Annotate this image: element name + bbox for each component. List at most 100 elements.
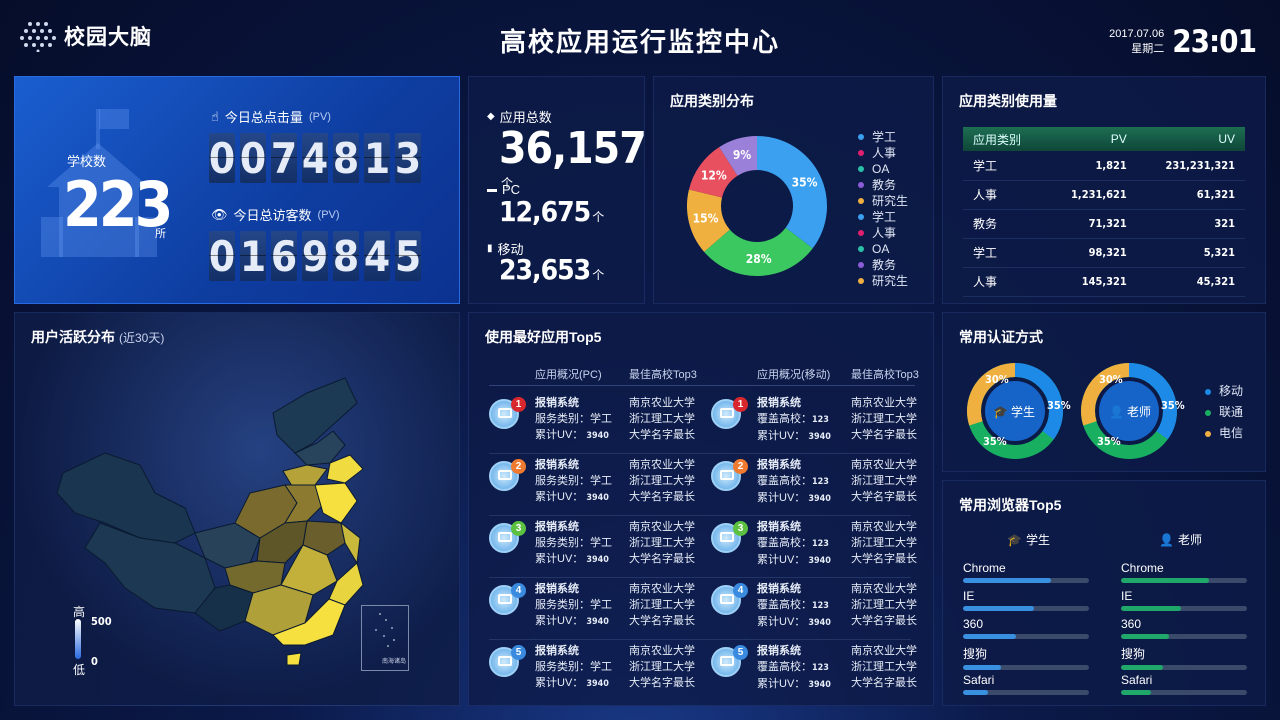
usage-title: 应用类别使用量: [959, 93, 1057, 109]
pv-digit: 0: [239, 133, 267, 183]
browser-name: IE: [963, 589, 975, 603]
cell-uv: 231,231,321: [1136, 151, 1245, 181]
school-3: 大学名字最长: [629, 491, 695, 503]
teacher-mobile-pct: 35%: [1161, 399, 1185, 412]
mobile-uv-value: 3940: [808, 618, 831, 628]
service-category: 服务类别：学工: [535, 661, 612, 673]
teacher-unicom-pct: 35%: [1097, 435, 1121, 448]
student-unicom-pct: 35%: [983, 435, 1007, 448]
coverage-label: 覆盖高校：: [757, 475, 812, 487]
service-category: 服务类别：学工: [535, 599, 612, 611]
top5-row[interactable]: 1 报销系统 服务类别：学工 累计UV： 3940 南京农业大学 浙江理工大学 …: [485, 395, 921, 457]
legend-label: OA: [872, 162, 890, 176]
china-activity-map[interactable]: [45, 373, 375, 673]
mobile-app-name: 报销系统: [757, 583, 801, 595]
school-3: 大学名字最长: [851, 677, 917, 689]
mobile-uv-label: 累计UV：: [757, 430, 806, 442]
legend-high: 高: [73, 605, 86, 619]
mobile-uv-label: 累计UV：: [757, 554, 806, 566]
donut-slice-label: 28%: [746, 252, 772, 266]
browsers-student-header: 🎓 学生: [1007, 532, 1050, 548]
top5-row[interactable]: 5 报销系统 服务类别：学工 累计UV： 3940 南京农业大学 浙江理工大学 …: [485, 643, 921, 705]
cell-category: 学工: [963, 238, 1046, 268]
legend-label: 教务: [872, 178, 897, 192]
legend-item: 研究生: [858, 193, 908, 209]
legend-label: 教务: [872, 258, 897, 272]
top5-row[interactable]: 3 报销系统 服务类别：学工 累计UV： 3940 南京农业大学 浙江理工大学 …: [485, 519, 921, 581]
mobile-uv-value: 3940: [808, 494, 831, 504]
table-row: 教务 71,321 321: [963, 209, 1245, 239]
browser-usage-bar: [1121, 665, 1247, 670]
rank-badge: 4: [733, 583, 748, 598]
date: 2017.07.06: [1109, 28, 1165, 40]
school-1: 南京农业大学: [629, 459, 695, 471]
browser-usage-bar: [963, 634, 1089, 639]
app-name: 报销系统: [535, 521, 579, 533]
school-2: 浙江理工大学: [629, 661, 695, 673]
legend-item: 教务: [858, 257, 908, 273]
stats-panel: 学校数 223 所 ☝ 今日总点击量 (PV) 0 0 7 4 8 1 3 👁 …: [14, 76, 460, 304]
activity-title: 用户活跃分布 (近30天): [31, 329, 165, 345]
school-2: 浙江理工大学: [851, 475, 917, 487]
header-top3-pc: 最佳高校Top3: [629, 369, 697, 381]
table-row: 学工 1,821 231,231,321: [963, 151, 1245, 181]
uv-digit: 1: [239, 231, 267, 281]
school-1: 南京农业大学: [629, 521, 695, 533]
school-3: 大学名字最长: [629, 429, 695, 441]
category-legend: 学工 人事 OA 教务 研究生 学工 人事 OA 教务 研究生: [858, 129, 908, 289]
legend-label: 研究生: [872, 194, 909, 208]
cell-pv: 1,821: [1045, 151, 1137, 181]
legend-telecom: 电信: [1205, 423, 1243, 444]
rank-badge: 5: [733, 645, 748, 660]
uv-value: 3940: [586, 431, 609, 441]
pv-digit: 7: [270, 133, 298, 183]
datetime: 2017.07.06 星期二 23:01: [1109, 24, 1257, 60]
top5-panel: 使用最好应用Top5 应用概况(PC) 最佳高校Top3 应用概况(移动) 最佳…: [468, 312, 934, 706]
header-pc: 应用概况(PC): [535, 369, 602, 381]
south-china-sea-inset: 南海诸岛: [361, 605, 409, 671]
pv-counter: 0 0 7 4 8 1 3: [209, 133, 421, 183]
uv-digit: 5: [394, 231, 422, 281]
browser-name: 搜狗: [1121, 647, 1146, 661]
activity-legend-bar: [75, 619, 81, 659]
top5-row[interactable]: 2 报销系统 服务类别：学工 累计UV： 3940 南京农业大学 浙江理工大学 …: [485, 457, 921, 519]
page-title: 高校应用运行监控中心: [499, 27, 780, 57]
apps-mobile: 23,653: [499, 253, 591, 286]
legend-item: 学工: [858, 129, 908, 145]
legend-swatch: [858, 230, 864, 236]
uv-digit: 8: [332, 231, 360, 281]
legend-mobile: 移动: [1205, 381, 1243, 402]
monitor-icon: ▬: [487, 184, 497, 195]
browser-usage-bar: [1121, 690, 1247, 695]
school-unit: 所: [155, 228, 166, 240]
cell-uv: 5,321: [1136, 238, 1245, 268]
pv-digit: 0: [208, 133, 236, 183]
mobile-uv-value: 3940: [808, 680, 831, 690]
mobile-app-name: 报销系统: [757, 397, 801, 409]
school-1: 南京农业大学: [629, 645, 695, 657]
school-3: 大学名字最长: [629, 677, 695, 689]
cell-pv: 1,231,621: [1045, 180, 1137, 210]
mobile-uv-label: 累计UV：: [757, 616, 806, 628]
islands-icon: [375, 613, 395, 647]
school-2: 浙江理工大学: [629, 413, 695, 425]
browser-usage-bar: [1121, 578, 1247, 583]
donut-slice[interactable]: [757, 136, 827, 249]
auth-title: 常用认证方式: [959, 329, 1043, 345]
rank-badge: 5: [511, 645, 526, 660]
browser-name: Chrome: [963, 561, 1006, 575]
browser-usage-bar: [1121, 606, 1247, 611]
browser-usage-bar: [963, 665, 1089, 670]
school-3: 大学名字最长: [851, 615, 917, 627]
legend-swatch: [858, 278, 864, 284]
top5-row[interactable]: 4 报销系统 服务类别：学工 累计UV： 3940 南京农业大学 浙江理工大学 …: [485, 581, 921, 643]
school-2: 浙江理工大学: [851, 661, 917, 673]
teacher-telecom-pct: 30%: [1099, 373, 1123, 386]
cell-uv: 61,321: [1136, 180, 1245, 210]
cell-pv: 98,321: [1045, 238, 1137, 268]
school-2: 浙江理工大学: [629, 599, 695, 611]
browsers-panel: 常用浏览器Top5 🎓 学生 👤 老师 Chrome IE 360 搜狗 Safar…: [942, 480, 1266, 706]
legend-item: OA: [858, 241, 908, 257]
islands-label: 南海诸岛: [382, 659, 407, 665]
school-2: 浙江理工大学: [629, 537, 695, 549]
